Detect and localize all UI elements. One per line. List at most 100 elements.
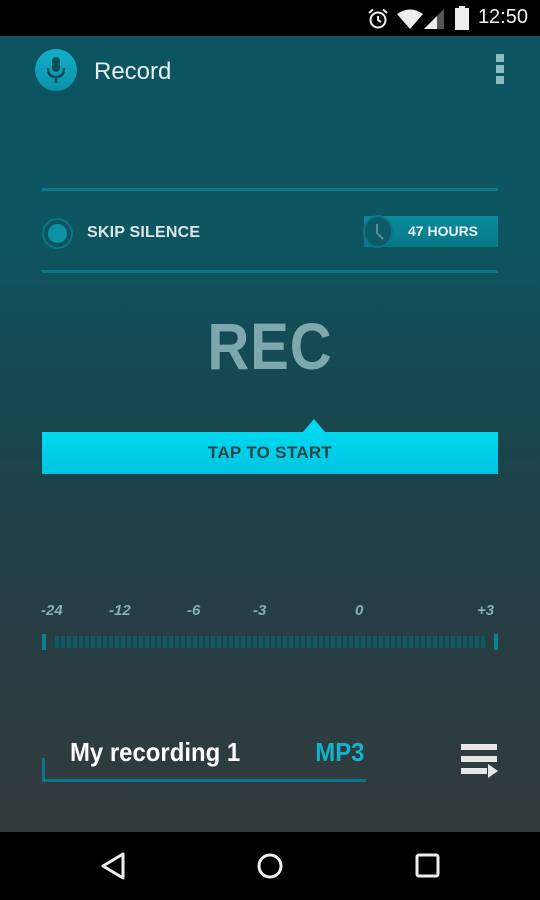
- recents-button[interactable]: [408, 846, 448, 886]
- meter-end-cap: [494, 634, 498, 650]
- meter-segment: [151, 636, 155, 648]
- meter-tick-label: +3: [477, 602, 495, 619]
- meter-segment: [355, 636, 359, 648]
- meter-segment: [379, 636, 383, 648]
- skip-silence-option[interactable]: SKIP SILENCE: [42, 216, 200, 250]
- filename-field[interactable]: My recording 1 MP3: [42, 726, 366, 784]
- meter-segment: [283, 636, 287, 648]
- more-vertical-icon-dot: [496, 76, 504, 84]
- meter-tick-label: -12: [109, 602, 131, 619]
- meter-segment: [157, 636, 161, 648]
- wifi-icon: [397, 9, 423, 29]
- filename-input[interactable]: My recording 1: [70, 737, 240, 768]
- meter-segment: [361, 636, 365, 648]
- meter-segment: [139, 636, 143, 648]
- meter-segment: [427, 636, 431, 648]
- meter-segment: [229, 636, 233, 648]
- meter-segment: [217, 636, 221, 648]
- meter-segment: [481, 636, 485, 648]
- meter-end-cap: [42, 634, 46, 650]
- meter-segment: [223, 636, 227, 648]
- meter-segment: [391, 636, 395, 648]
- recordings-list-button[interactable]: [458, 738, 502, 782]
- back-button[interactable]: [92, 846, 132, 886]
- meter-segment: [397, 636, 401, 648]
- meter-segment: [331, 636, 335, 648]
- meter-segment: [433, 636, 437, 648]
- format-selector[interactable]: MP3: [315, 737, 364, 768]
- back-icon: [101, 852, 125, 880]
- meter-segment: [277, 636, 281, 648]
- meter-segment: [301, 636, 305, 648]
- alarm-icon: [368, 8, 388, 29]
- meter-segment: [463, 636, 467, 648]
- meter-segment: [403, 636, 407, 648]
- meter-segment: [367, 636, 371, 648]
- meter-segment: [79, 636, 83, 648]
- tap-to-start-label: TAP TO START: [207, 443, 333, 462]
- clock-icon: [363, 215, 393, 248]
- meter-segment: [451, 636, 455, 648]
- divider: [42, 188, 498, 191]
- meter-tick-label: -6: [187, 602, 201, 619]
- status-bar: 12:50: [0, 0, 540, 36]
- meter-segment: [91, 636, 95, 648]
- meter-segment: [445, 636, 449, 648]
- remaining-time-badge[interactable]: 47 HOURS: [363, 215, 498, 248]
- level-meter-bar: [42, 634, 498, 650]
- home-button[interactable]: [250, 846, 290, 886]
- meter-segment: [415, 636, 419, 648]
- battery-icon: [455, 6, 469, 30]
- meter-tick-label: 0: [355, 602, 364, 619]
- meter-segment: [169, 636, 173, 648]
- app-logo: [35, 49, 77, 91]
- recents-icon: [415, 853, 440, 878]
- tap-to-start-button[interactable]: TAP TO START: [42, 419, 498, 474]
- meter-segment: [325, 636, 329, 648]
- meter-segment: [61, 636, 65, 648]
- meter-segment: [241, 636, 245, 648]
- meter-segment: [145, 636, 149, 648]
- meter-segment: [409, 636, 413, 648]
- meter-segment: [73, 636, 77, 648]
- meter-segment: [319, 636, 323, 648]
- toolbar: Record: [0, 36, 540, 108]
- level-meter: -24 -12 -6 -3 0 +3: [0, 596, 540, 656]
- home-icon: [257, 853, 283, 879]
- meter-segment: [313, 636, 317, 648]
- status-time: 12:50: [477, 6, 528, 28]
- recording-status-label: REC: [207, 309, 333, 383]
- meter-segment: [475, 636, 479, 648]
- meter-segment: [109, 636, 113, 648]
- meter-segment: [67, 636, 71, 648]
- skip-silence-radio[interactable]: [42, 217, 73, 249]
- microphone-icon: [46, 57, 66, 83]
- meter-segment: [175, 636, 179, 648]
- meter-segment: [181, 636, 185, 648]
- meter-segment: [205, 636, 209, 648]
- meter-segment: [295, 636, 299, 648]
- playlist-play-icon: [461, 744, 498, 778]
- cellular-signal-icon: [424, 9, 444, 29]
- meter-segment: [337, 636, 341, 648]
- meter-segment: [115, 636, 119, 648]
- meter-segment: [271, 636, 275, 648]
- meter-segment: [259, 636, 263, 648]
- overflow-menu-button[interactable]: [490, 54, 512, 88]
- meter-segment: [343, 636, 347, 648]
- meter-segment: [211, 636, 215, 648]
- meter-segment: [247, 636, 251, 648]
- meter-segment: [187, 636, 191, 648]
- meter-segment: [421, 636, 425, 648]
- meter-segment: [235, 636, 239, 648]
- meter-segment: [55, 636, 59, 648]
- meter-segment: [469, 636, 473, 648]
- field-underline: [42, 779, 366, 782]
- meter-segment: [97, 636, 101, 648]
- remaining-time-label: 47 HOURS: [408, 223, 479, 239]
- meter-segment: [373, 636, 377, 648]
- navigation-bar: [0, 832, 540, 900]
- meter-segment: [199, 636, 203, 648]
- meter-segment: [265, 636, 269, 648]
- meter-segment: [307, 636, 311, 648]
